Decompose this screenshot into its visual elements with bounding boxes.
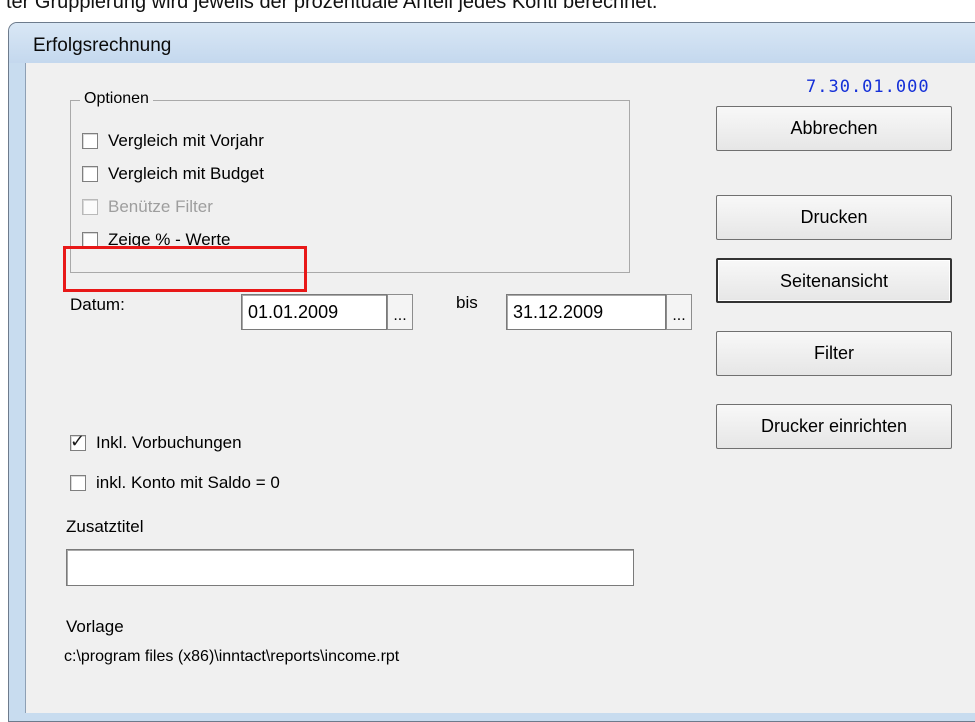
template-label: Vorlage	[66, 617, 124, 636]
date-label: Datum:	[70, 295, 125, 314]
cancel-button[interactable]: Abbrechen	[716, 106, 952, 151]
filter-button-label: Filter	[814, 343, 854, 363]
options-legend: Optionen	[80, 90, 153, 108]
date-to-label: bis	[456, 293, 478, 312]
compare-previous-year-label: Vergleich mit Vorjahr	[108, 131, 264, 150]
compare-budget-label: Vergleich mit Budget	[108, 164, 264, 183]
include-zero-balance-checkbox[interactable]: inkl. Konto mit Saldo = 0	[70, 473, 280, 493]
document-caption: ter Gruppierung wird jeweils der prozent…	[0, 0, 975, 17]
highlight-frame	[63, 246, 307, 292]
dialog-content: 7.30.01.000 Optionen Vergleich mit Vorja…	[25, 63, 975, 713]
date-to-input[interactable]: 31.12.2009	[506, 294, 666, 330]
checkbox-box[interactable]	[82, 133, 98, 149]
check-icon: ✓	[70, 431, 86, 451]
use-filter-label: Benütze Filter	[108, 197, 213, 216]
print-button-label: Drucken	[800, 207, 868, 227]
additional-title-input[interactable]	[66, 549, 634, 586]
template-path: c:\program files (x86)\inntact\reports\i…	[64, 648, 400, 665]
print-button[interactable]: Drucken	[716, 195, 952, 240]
dialog-title: Erfolgsrechnung	[33, 35, 172, 56]
include-prebookings-label: Inkl. Vorbuchungen	[96, 433, 242, 452]
printer-setup-button-label: Drucker einrichten	[760, 416, 908, 436]
compare-budget-checkbox[interactable]: Vergleich mit Budget	[82, 164, 264, 184]
include-zero-balance-label: inkl. Konto mit Saldo = 0	[96, 473, 280, 492]
additional-title-label: Zusatztitel	[66, 517, 144, 536]
erfolgsrechnung-dialog: Erfolgsrechnung 7.30.01.000 Optionen Ver…	[8, 22, 975, 722]
filter-button[interactable]: Filter	[716, 331, 952, 376]
version-label: 7.30.01.000	[806, 77, 930, 97]
checkbox-box[interactable]	[82, 166, 98, 182]
use-filter-checkbox: Benütze Filter	[82, 197, 213, 217]
preview-button-label: Seitenansicht	[779, 271, 889, 291]
disabled-checkbox-box	[82, 199, 98, 215]
cancel-button-label: Abbrechen	[790, 118, 878, 138]
include-prebookings-checkbox[interactable]: ✓ Inkl. Vorbuchungen	[70, 431, 242, 453]
compare-previous-year-checkbox[interactable]: Vergleich mit Vorjahr	[82, 131, 264, 151]
date-to-picker-button[interactable]: ...	[666, 294, 692, 330]
date-from-input[interactable]: 01.01.2009	[241, 294, 387, 330]
checkbox-box[interactable]	[70, 475, 86, 491]
preview-button[interactable]: Seitenansicht	[716, 258, 952, 303]
dialog-titlebar: Erfolgsrechnung	[9, 23, 975, 63]
printer-setup-button[interactable]: Drucker einrichten	[716, 404, 952, 449]
checked-checkbox-box[interactable]: ✓	[70, 431, 86, 451]
document-caption-text: ter Gruppierung wird jeweils der prozent…	[6, 0, 658, 13]
date-from-picker-button[interactable]: ...	[387, 294, 413, 330]
